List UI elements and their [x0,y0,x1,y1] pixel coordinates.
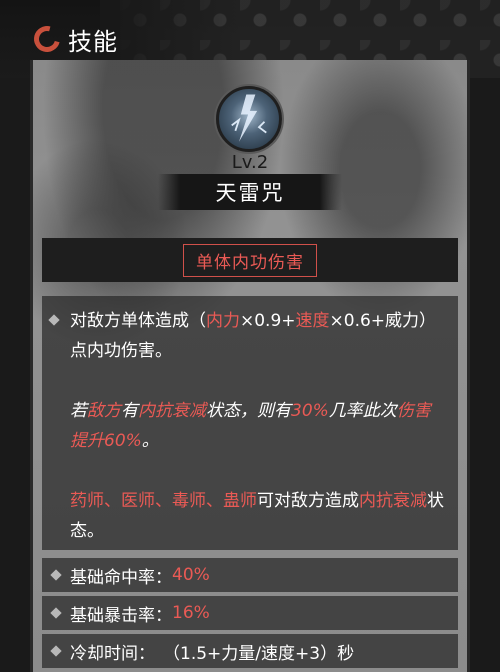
stat-label: 基础命中率： [70,567,172,588]
stat-row-cooldown: 冷却时间： （1.5+力量/速度+3）秒 [42,634,458,668]
desc-text: 有 [121,401,138,421]
desc-text: 对敌方单体造成（ [70,311,206,331]
desc-highlight: 药师、医师、毒师、蛊师 [70,491,257,511]
title-ring-icon [29,21,65,57]
skill-type-bar: 单体内功伤害 [42,238,458,282]
stat-value: 40% [172,565,210,585]
stat-value: 16% [172,603,210,623]
desc-highlight: 敌方 [87,401,121,421]
desc-text: 几率此次 [328,401,397,421]
page-title: 技能 [68,27,118,56]
desc-highlight: 30% [291,401,329,421]
skill-type-badge: 单体内功伤害 [183,243,317,277]
desc-highlight: 内力 [206,311,240,331]
desc-text: 状态，则有 [206,401,291,421]
desc-highlight: 内抗衰减 [359,491,427,511]
desc-highlight: 内抗衰减 [138,401,206,421]
desc-text: 若 [70,401,87,421]
desc-paragraph-1: 对敌方单体造成（内力×0.9+速度×0.6+威力）点内功伤害。 [48,306,444,366]
skill-name: 天雷咒 [158,174,342,210]
skill-description: 对敌方单体造成（内力×0.9+速度×0.6+威力）点内功伤害。 若敌方有内抗衰减… [42,296,458,550]
stat-row-hit: 基础命中率： 40% [42,558,458,592]
diamond-bullet-icon [50,569,62,581]
desc-paragraph-3: 药师、医师、毒师、蛊师可对敌方造成内抗衰减状态。 [70,486,444,546]
diamond-bullet-icon [50,645,62,657]
desc-highlight: 速度 [295,311,330,331]
desc-paragraph-2: 若敌方有内抗衰减状态，则有30%几率此次伤害提升60%。 [70,396,444,456]
desc-text: 可对敌方造成 [257,491,359,511]
stat-label: 冷却时间： [70,643,155,664]
stat-label: 基础暴击率： [70,605,172,626]
skill-level: Lv.2 [231,152,269,173]
desc-text: 。 [141,431,159,451]
stat-row-crit: 基础暴击率： 16% [42,596,458,630]
diamond-bullet-icon [48,314,60,326]
skill-lightning-icon[interactable] [216,86,282,152]
stat-value: （1.5+力量/速度+3）秒 [163,643,355,664]
desc-text: ×0.9+ [240,311,296,331]
diamond-bullet-icon [50,607,62,619]
